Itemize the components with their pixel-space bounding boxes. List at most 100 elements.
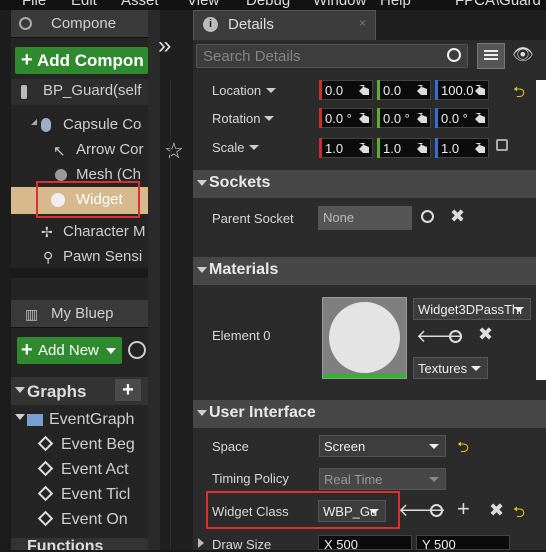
panel-splitter[interactable] [11, 268, 148, 278]
component-item[interactable]: ✢ Character M [11, 220, 148, 244]
draw-size-y-field[interactable]: Y 500 [416, 535, 510, 552]
materials-section-header[interactable]: Materials [193, 257, 546, 285]
add-component-button[interactable]: + Add Compon [15, 47, 148, 74]
event-diamond-icon [37, 485, 54, 502]
plus-icon: + [21, 339, 33, 361]
parent-socket-field[interactable]: None [318, 206, 412, 230]
myblueprint-tab[interactable]: ▥ My Bluep [11, 300, 148, 328]
component-label: Character M [63, 223, 146, 240]
clear-material-icon[interactable]: ✖ [478, 324, 493, 345]
space-value: Screen [324, 439, 366, 454]
add-component-label: Add Compon [37, 51, 144, 70]
event-item[interactable]: Event Beg [11, 433, 148, 457]
clear-socket-icon[interactable]: ✖ [450, 206, 465, 227]
scale-y-field[interactable]: 1.0 [377, 138, 431, 158]
browse-class-search-icon[interactable] [430, 504, 443, 517]
event-label: Event On [61, 511, 128, 528]
tab-well [376, 10, 546, 40]
close-tab-icon[interactable]: × [359, 16, 366, 30]
plus-icon: + [21, 49, 33, 71]
event-graph-item[interactable]: EventGraph [11, 408, 148, 432]
sockets-section-header[interactable]: Sockets [193, 170, 546, 198]
reset-space-icon[interactable]: ⮌ [457, 437, 469, 462]
rotation-dropdown-icon[interactable] [264, 116, 274, 121]
components-panel: Compone + Add Compon BP_Guard(self Capsu… [11, 10, 148, 550]
book-icon: ▥ [25, 306, 39, 322]
reset-widget-class-icon[interactable]: ⮌ [513, 502, 525, 527]
user-interface-title: User Interface [209, 404, 316, 421]
components-tab[interactable]: Compone [11, 10, 148, 38]
textures-label: Textures [418, 361, 468, 376]
material-picker[interactable]: Widget3DPassThr [413, 298, 531, 320]
space-dropdown[interactable]: Screen [319, 435, 446, 457]
property-matrix-button[interactable] [477, 43, 505, 69]
scale-dropdown-icon[interactable] [249, 145, 259, 150]
search-input[interactable]: Search Details [196, 44, 468, 68]
collapse-caret-icon [15, 387, 25, 393]
highlight-box-widget [36, 181, 140, 218]
menu-help[interactable]: Help [380, 0, 411, 9]
functions-header[interactable]: Functions [11, 538, 148, 550]
details-tab[interactable]: i Details × [193, 10, 376, 40]
graph-icon [27, 414, 43, 426]
menu-file[interactable]: File [22, 0, 46, 9]
location-y-field[interactable]: 0.0 [377, 80, 431, 100]
scale-label[interactable]: Scale [212, 140, 245, 155]
rotation-z-field[interactable]: 0.0 ° [435, 108, 489, 128]
component-item[interactable]: ⚲ Pawn Sensi [11, 245, 148, 269]
collapse-panel-icon[interactable]: » [158, 32, 171, 60]
scale-z-field[interactable]: 1.0 [435, 138, 489, 158]
viewport-edge: » ☆ [158, 10, 193, 550]
browse-material-search-icon[interactable] [449, 330, 462, 343]
user-interface-section-header[interactable]: User Interface [193, 400, 546, 428]
graphs-header[interactable]: Graphs + [11, 377, 148, 405]
timing-policy-dropdown[interactable]: Real Time [319, 468, 446, 490]
material-name: Widget3DPassThr [418, 302, 524, 317]
add-new-button[interactable]: + Add New [17, 337, 122, 364]
browse-socket-search-icon[interactable] [421, 210, 434, 223]
menu-asset[interactable]: Asset [121, 0, 159, 9]
location-z-field[interactable]: 100.0 [435, 80, 489, 100]
mesh-icon [55, 169, 67, 181]
materials-title: Materials [209, 261, 279, 278]
draw-size-x-field[interactable]: X 500 [318, 535, 412, 552]
reset-location-icon[interactable]: ⮌ [513, 82, 525, 107]
location-label[interactable]: Location [212, 83, 261, 98]
menu-edit[interactable]: Edit [71, 0, 97, 9]
material-thumbnail[interactable] [322, 297, 407, 379]
menu-view[interactable]: View [187, 0, 219, 9]
menu-debug[interactable]: Debug [246, 0, 290, 9]
add-graph-plus-icon[interactable]: + [115, 379, 141, 401]
star-icon[interactable]: ☆ [164, 138, 184, 164]
panel-gutter[interactable] [148, 10, 160, 550]
event-diamond-icon [37, 510, 54, 527]
component-root[interactable]: BP_Guard(self [11, 79, 148, 105]
add-plus-icon[interactable]: + [457, 496, 470, 522]
scrollbar-track[interactable] [536, 80, 546, 380]
clear-class-icon[interactable]: ✖ [489, 500, 504, 521]
blueprint-root-icon [21, 85, 27, 99]
capsule-icon [41, 118, 51, 132]
search-icon[interactable] [128, 341, 146, 359]
rotation-y-field[interactable]: 0.0 ° [377, 108, 431, 128]
location-x-field[interactable]: 0.0 [319, 80, 373, 100]
event-item[interactable]: Event Ticl [11, 483, 148, 507]
component-item[interactable]: ↖ Arrow Cor [11, 138, 148, 162]
eye-icon[interactable]: 👁 [512, 45, 534, 65]
textures-dropdown[interactable]: Textures [413, 357, 488, 379]
grid-view-icon [484, 50, 498, 62]
event-item[interactable]: Event On [11, 508, 148, 532]
timing-policy-value: Real Time [324, 472, 383, 487]
location-dropdown-icon[interactable] [266, 88, 276, 93]
myblueprint-tab-label: My Bluep [51, 305, 114, 322]
expand-arrow-icon [31, 119, 37, 125]
lock-icon[interactable] [496, 139, 508, 151]
menu-window[interactable]: Window [313, 0, 366, 9]
event-item[interactable]: Event Act [11, 458, 148, 482]
components-tab-icon [19, 17, 32, 30]
expand-caret-icon[interactable] [198, 538, 204, 548]
scale-x-field[interactable]: 1.0 [319, 138, 373, 158]
rotation-x-field[interactable]: 0.0 ° [319, 108, 373, 128]
rotation-label[interactable]: Rotation [212, 111, 260, 126]
component-item[interactable]: Capsule Co [11, 113, 148, 137]
